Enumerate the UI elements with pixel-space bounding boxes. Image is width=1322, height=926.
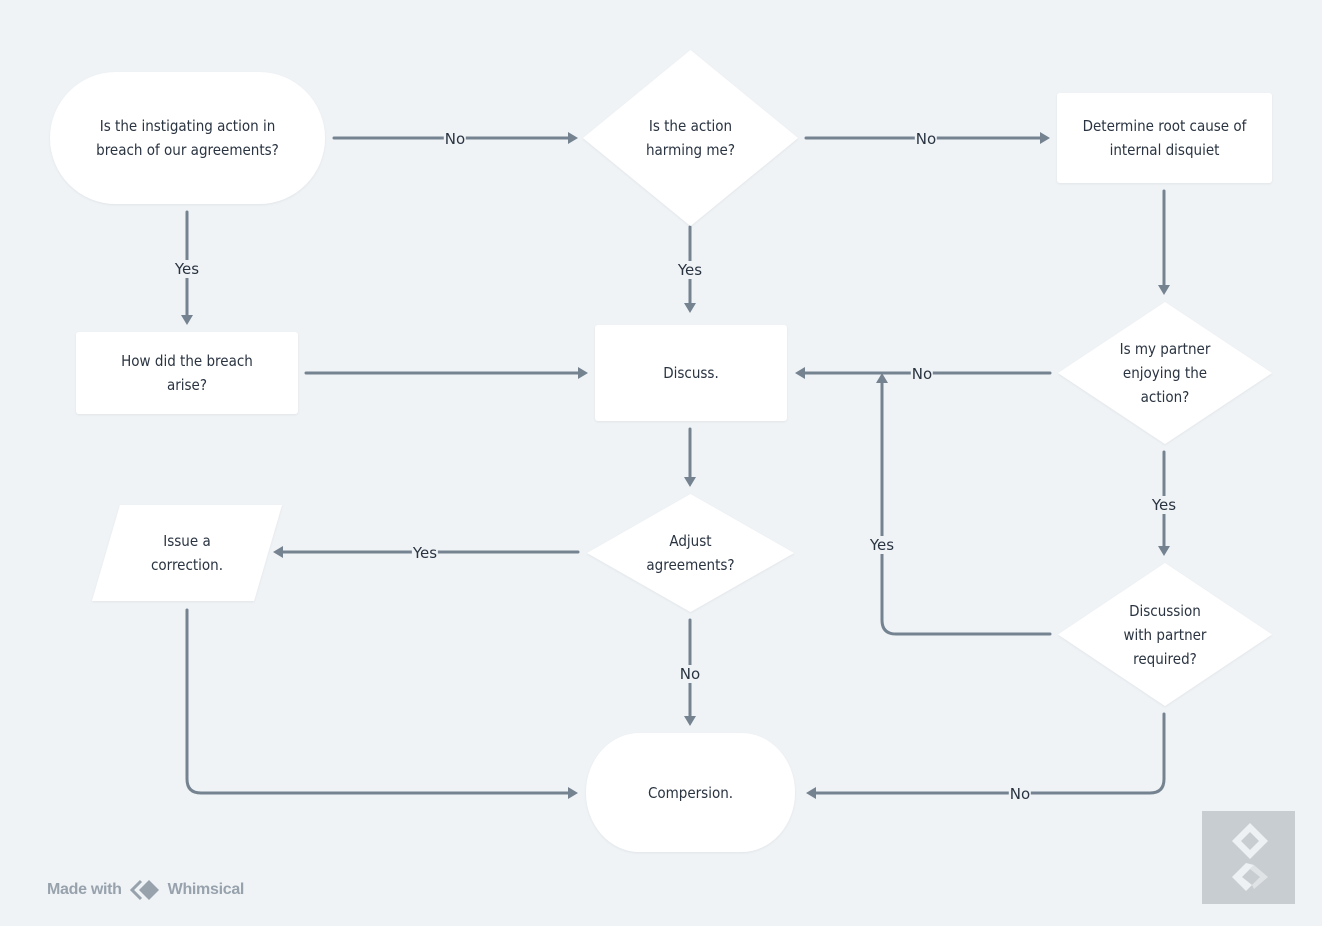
node-decision-n2[interactable]	[583, 50, 798, 226]
arrow-head-icon	[795, 367, 805, 379]
arrow-head-icon	[1040, 132, 1050, 144]
edge-n9-to-n10[interactable]	[806, 712, 1166, 799]
node-decision-n9[interactable]	[1058, 563, 1272, 706]
edge-label-no: No	[443, 130, 467, 148]
edge-line	[185, 608, 572, 795]
whimsical-badge[interactable]	[1202, 811, 1295, 904]
whimsical-brand-text: Whimsical	[167, 881, 245, 898]
decision-shape	[1058, 302, 1272, 444]
node-terminal-n10[interactable]	[586, 733, 795, 852]
terminal-shape	[586, 733, 795, 852]
edge-label-yes: Yes	[173, 260, 201, 278]
edges-layer	[181, 132, 1170, 799]
arrow-head-icon	[1158, 546, 1170, 556]
arrow-head-icon	[1158, 285, 1170, 295]
whimsical-badge-icon	[1232, 823, 1268, 891]
node-process-n5[interactable]	[595, 325, 787, 421]
process-shape	[1057, 93, 1272, 183]
decision-shape	[1058, 563, 1272, 706]
process-shape	[76, 332, 298, 414]
edge-label-yes: Yes	[1150, 496, 1178, 514]
node-decision-n8[interactable]	[587, 494, 794, 612]
nodes-layer	[50, 50, 1272, 852]
arrow-head-icon	[273, 546, 283, 558]
arrow-head-icon	[181, 315, 193, 325]
edge-n5-to-n8[interactable]	[684, 427, 696, 487]
arrow-head-icon	[578, 367, 588, 379]
edge-label-yes: Yes	[868, 536, 896, 554]
node-process-n4[interactable]	[76, 332, 298, 414]
decision-shape	[583, 50, 798, 226]
arrow-head-icon	[684, 716, 696, 726]
edge-label-yes: Yes	[411, 544, 439, 562]
node-io-n7[interactable]	[92, 505, 282, 601]
decision-shape	[587, 494, 794, 612]
edge-n3-to-n6[interactable]	[1158, 189, 1170, 295]
flowchart-canvas	[50, 50, 1272, 852]
edge-n9-to-n5[interactable]	[876, 373, 1052, 636]
edge-label-no: No	[678, 665, 702, 683]
edge-line	[812, 712, 1166, 795]
arrow-head-icon	[568, 787, 578, 799]
edge-n4-to-n5[interactable]	[304, 367, 588, 379]
edge-label-yes: Yes	[676, 261, 704, 279]
arrow-head-icon	[806, 787, 816, 799]
edge-n7-to-n10[interactable]	[185, 608, 578, 799]
node-decision-n6[interactable]	[1058, 302, 1272, 444]
arrow-head-icon	[684, 303, 696, 313]
node-process-n3[interactable]	[1057, 93, 1272, 183]
terminal-shape	[50, 72, 325, 204]
edge-label-no: No	[1008, 785, 1032, 803]
whimsical-logo-icon	[129, 879, 162, 901]
made-with-whimsical[interactable]: Made with Whimsical	[47, 879, 244, 901]
edge-label-no: No	[910, 365, 934, 383]
arrow-head-icon	[684, 477, 696, 487]
process-shape	[595, 325, 787, 421]
edge-label-no: No	[914, 130, 938, 148]
arrow-head-icon	[568, 132, 578, 144]
node-terminal-n1[interactable]	[50, 72, 325, 204]
edge-line	[880, 379, 1052, 636]
io-shape	[92, 505, 282, 601]
made-with-text: Made with	[47, 881, 122, 898]
